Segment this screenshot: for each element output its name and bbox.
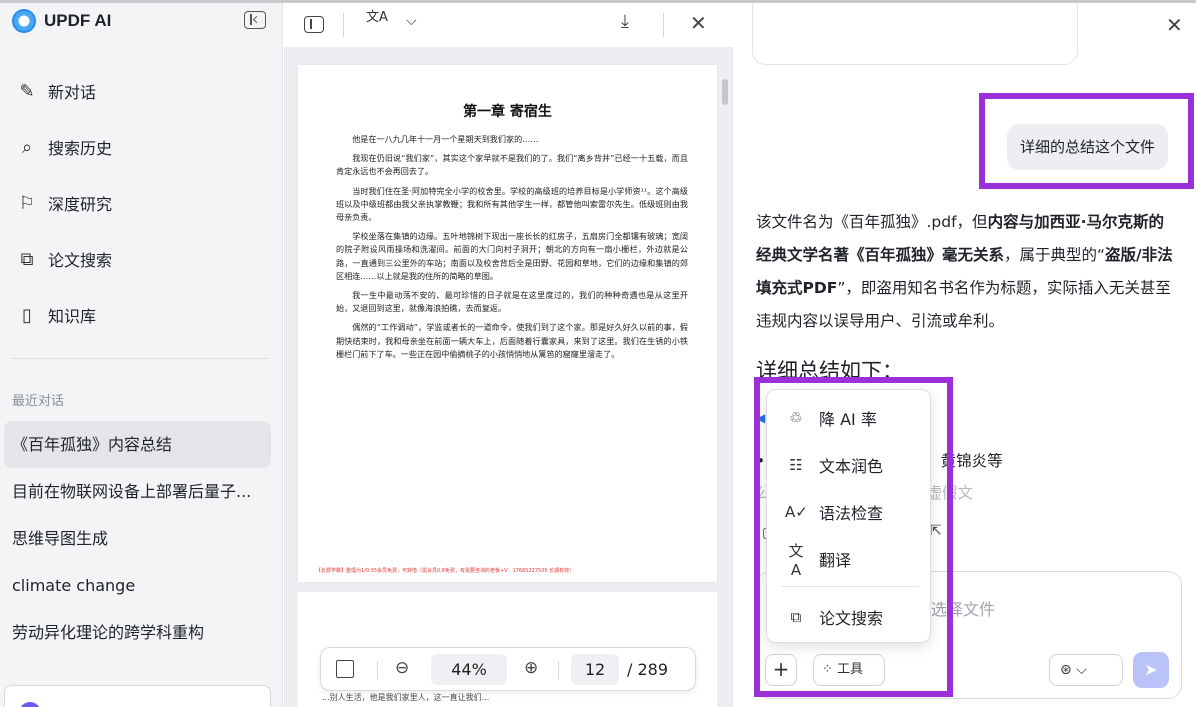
answer-text: 该文件名为《百年孤独》.pdf，但 (756, 213, 988, 231)
avatar (19, 702, 41, 707)
sidebar-item-paper-search[interactable]: ⧉ 论文搜索 (0, 231, 282, 287)
answer-text: ，属于典型的“ (1004, 246, 1106, 264)
page-title: 第一章 寄宿生 (463, 104, 552, 120)
zoom-in-icon[interactable]: ⊕ (524, 658, 538, 678)
sidebar-item-label: 知识库 (48, 307, 97, 326)
page-number-input[interactable]: 12 (571, 654, 619, 685)
sidebar: UPDF AI ✎ 新对话 ⌕ 搜索历史 ⚐ 深度研究 ⧉ 论文搜索 ▯ 知识库 (0, 3, 283, 707)
app-window: UPDF AI ✎ 新对话 ⌕ 搜索历史 ⚐ 深度研究 ⧉ 论文搜索 ▯ 知识库 (0, 0, 1196, 707)
recent-chats-title: 最近对话 (12, 394, 65, 409)
paper-search-icon: ⧉ (20, 248, 34, 270)
sidebar-item-knowledge-base[interactable]: ▯ 知识库 (0, 287, 282, 343)
sidebar-item-new-chat[interactable]: ✎ 新对话 (0, 63, 282, 119)
menu-item-grammar-check[interactable]: A✓ 语法检查 (767, 489, 932, 535)
viewer-toolbar: 文A ⌵ ⤓ ✕ (284, 3, 733, 47)
reduce-ai-icon: ♲ (789, 409, 803, 427)
previous-message-bubble (752, 3, 1078, 65)
page-paragraph: 偶然的“工作调动”，学监或者长的一道命令，使我们到了这个家。那是好久好久以前的事… (336, 322, 688, 359)
paper-search-icon: ⧉ (790, 608, 802, 626)
user-message: 详细的总结这个文件 (1007, 124, 1169, 170)
close-icon[interactable]: ✕ (1166, 13, 1183, 37)
tools-popup-menu: ♲ 降 AI 率 ☷ 文本润色 A✓ 语法检查 文A 翻译 ⧉ 论文搜索 (766, 389, 931, 643)
menu-item-label: 语法检查 (819, 504, 884, 523)
brand: UPDF AI (12, 9, 111, 33)
search-icon: ⌕ (21, 136, 33, 158)
download-icon[interactable]: ⤓ (621, 11, 629, 32)
page-paragraph: 学校坐落在集镇的边缘。五叶地锦树下现出一座长长的红房子，五扇房门全都镶有玻璃；宽… (336, 231, 688, 281)
sidebar-item-label: 新对话 (48, 83, 97, 102)
tools-icon: ⁘ (822, 662, 833, 677)
model-select-button[interactable]: ⊛ ⌵ (1049, 654, 1123, 686)
edit-icon: ✎ (19, 80, 35, 102)
menu-item-label: 文本润色 (819, 457, 884, 476)
page-footer-watermark: 【长郡学霸】整理为1/0.35会员免费，可转借（需会员0.8免费，有需要咨询的老… (316, 568, 575, 574)
page-total: / 289 (627, 660, 669, 679)
menu-item-polish-text[interactable]: ☷ 文本润色 (767, 442, 932, 488)
recent-chat-item[interactable]: climate change (0, 562, 282, 609)
sidebar-divider (10, 358, 268, 359)
recent-chat-item[interactable]: 《百年孤独》内容总结 (4, 421, 271, 468)
menu-item-label: 论文搜索 (819, 609, 884, 628)
translate-icon: 文A (788, 541, 804, 579)
toolbar-divider (663, 13, 664, 37)
page-paragraph: 当时我们住在圣·阿加特完全小学的校舍里。学校的高级班的培养目标是小学师资¹¹。这… (336, 185, 688, 223)
page-paragraph: 我现在仍旧说“我们家”，其实这个家早就不是我们的了。我们“离乡背井”已经一十五载… (336, 153, 688, 177)
menu-item-reduce-ai-rate[interactable]: ♲ 降 AI 率 (767, 395, 932, 441)
zoom-bar: ⊖ 44% ⊕ 12 / 289 (320, 647, 696, 691)
page-paragraph: ...别人生活，他是我们家里人，这一直让我们... (322, 693, 490, 702)
sidebar-item-label: 搜索历史 (48, 139, 113, 158)
toolbar-divider (343, 13, 344, 37)
account-bar[interactable] (4, 685, 271, 707)
sidebar-nav: ✎ 新对话 ⌕ 搜索历史 ⚐ 深度研究 ⧉ 论文搜索 ▯ 知识库 (0, 63, 282, 343)
add-attachment-button[interactable]: + (765, 654, 797, 686)
summary-heading: 详细总结如下： (756, 359, 903, 383)
chevron-down-icon: ⌵ (1076, 662, 1087, 678)
menu-item-paper-search[interactable]: ⧉ 论文搜索 (767, 594, 932, 640)
zoom-level[interactable]: 44% (431, 654, 507, 685)
menu-item-translate[interactable]: 文A 翻译 (767, 536, 932, 582)
page-paragraph: 他是在一八九几年十一月一个星期天到我们家的…… (352, 134, 539, 144)
chat-input-placeholder: 选择文件 (931, 600, 996, 619)
ai-answer: 该文件名为《百年孤独》.pdf，但内容与加西亚·马尔克斯的经典文学名著《百年孤独… (756, 206, 1174, 338)
zoom-divider (377, 661, 378, 679)
page-body: 他是在一八九几年十一月一个星期天到我们家的…… 我现在仍旧说“我们家”，其实这个… (336, 133, 688, 367)
polish-icon: ☷ (789, 456, 803, 474)
sidebar-item-search-history[interactable]: ⌕ 搜索历史 (0, 119, 282, 175)
recent-chat-item[interactable]: 目前在物联网设备上部署后量子... (0, 468, 282, 515)
recent-chat-item[interactable]: 思维导图生成 (0, 515, 282, 562)
brand-name: UPDF AI (44, 11, 112, 30)
telescope-icon: ⚐ (18, 192, 36, 214)
fit-page-icon[interactable] (336, 660, 354, 678)
updf-logo-icon (12, 9, 36, 33)
pdf-viewer: 文A ⌵ ⤓ ✕ 第一章 寄宿生 他是在一八九几年十一月一个星期天到我们家的……… (284, 3, 733, 707)
chevron-down-icon[interactable]: ⌵ (406, 13, 417, 29)
sidebar-item-label: 论文搜索 (48, 251, 113, 270)
tools-label: 工具 (837, 662, 864, 677)
menu-item-label: 翻译 (819, 551, 852, 570)
send-button[interactable]: ➤ (1133, 652, 1169, 688)
sidebar-item-label: 深度研究 (48, 195, 113, 214)
book-icon: ▯ (22, 304, 32, 326)
recent-chats-list: 《百年孤独》内容总结 目前在物联网设备上部署后量子... 思维导图生成 clim… (0, 421, 282, 656)
panel-toggle-icon[interactable] (304, 16, 324, 33)
collapse-sidebar-icon[interactable] (244, 11, 266, 29)
page-paragraph: 我一生中最动荡不安的、最可珍惜的日子就是在这里度过的，我们的种种奇遇也是从这里开… (336, 290, 688, 314)
menu-divider (781, 586, 918, 587)
translate-icon[interactable]: 文A (366, 11, 390, 24)
recent-chat-item[interactable]: 劳动异化理论的跨学科重构 (0, 609, 282, 656)
model-icon: ⊛ (1060, 662, 1072, 678)
sidebar-item-deep-research[interactable]: ⚐ 深度研究 (0, 175, 282, 231)
zoom-divider (558, 661, 559, 679)
pdf-page: 第一章 寄宿生 他是在一八九几年十一月一个星期天到我们家的…… 我现在仍旧说“我… (298, 65, 717, 582)
grammar-icon: A✓ (785, 503, 808, 521)
menu-item-label: 降 AI 率 (819, 410, 877, 429)
collapse-arrow-icon[interactable]: ◀ (756, 411, 765, 425)
zoom-out-icon[interactable]: ⊖ (395, 658, 409, 678)
close-icon[interactable]: ✕ (690, 11, 707, 35)
tools-button[interactable]: ⁘ 工具 (813, 654, 885, 686)
scrollbar-thumb[interactable] (722, 79, 728, 105)
